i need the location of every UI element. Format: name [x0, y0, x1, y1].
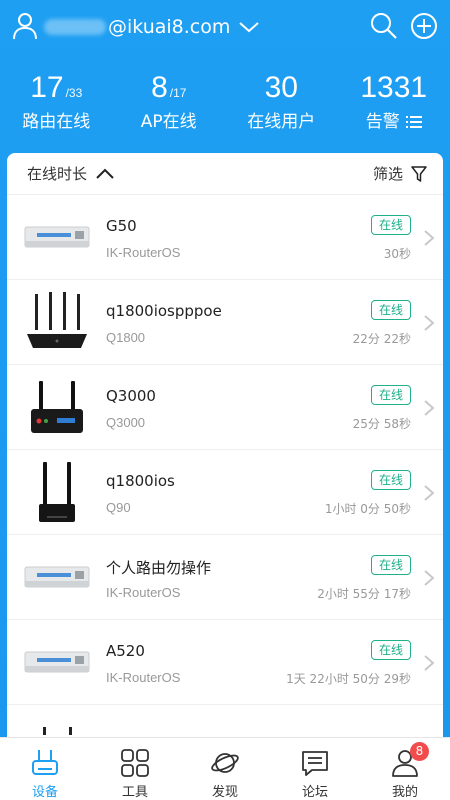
device-list: G50 IK-RouterOS 在线 30秒 q1800iospppoe Q18… — [7, 195, 443, 737]
stat-router-online[interactable]: 17/33 路由在线 — [0, 70, 113, 140]
online-duration: 25分 58秒 — [352, 417, 411, 431]
chevron-right-icon — [424, 230, 435, 246]
device-row[interactable]: 个人路由勿操作 IK-RouterOS 在线 2小时 55分 17秒 — [7, 535, 443, 620]
nav-label: 工具 — [121, 785, 148, 800]
chevron-right-icon — [424, 655, 435, 671]
header: @ikuai8.com — [0, 0, 450, 58]
planet-icon — [211, 753, 239, 773]
status-badge: 在线 — [370, 640, 411, 660]
device-row[interactable]: q1800ios Q90 在线 1小时 0分 50秒 — [7, 450, 443, 535]
nav-label: 论坛 — [301, 785, 328, 800]
device-row[interactable]: q1800iospppoe Q1800 在线 22分 22秒 — [7, 280, 443, 365]
device-model: Q1800 — [106, 330, 146, 345]
stat-total: /17 — [169, 86, 187, 100]
device-row-partial[interactable] — [7, 705, 443, 737]
add-icon[interactable] — [410, 12, 438, 40]
chevron-right-icon — [424, 400, 435, 416]
status-badge: 在线 — [370, 385, 411, 405]
status-badge: 在线 — [370, 215, 411, 235]
device-row[interactable]: Q3000 Q3000 在线 25分 58秒 — [7, 365, 443, 450]
stat-value: 17 — [30, 71, 64, 104]
nav-mine[interactable]: 8 我的 — [360, 738, 450, 800]
online-duration: 1小时 0分 50秒 — [324, 502, 411, 516]
chat-icon — [302, 751, 328, 776]
account-switcher[interactable]: @ikuai8.com — [44, 13, 260, 41]
stat-value: 30 — [264, 71, 298, 104]
router-box-icon — [24, 566, 90, 588]
device-model: IK-RouterOS — [106, 245, 181, 260]
device-name: q1800iospppoe — [106, 302, 222, 320]
chevron-right-icon — [424, 485, 435, 501]
device-name: A520 — [106, 642, 145, 660]
nav-devices[interactable]: 设备 — [0, 738, 90, 800]
device-model: IK-RouterOS — [106, 585, 181, 600]
stat-alerts[interactable]: 1331 告警 — [338, 70, 450, 140]
device-name: q1800ios — [106, 472, 175, 490]
sort-by-online-time[interactable]: 在线时长 — [27, 163, 115, 184]
status-badge: 在线 — [370, 300, 411, 320]
bottom-nav: 设备 工具 发现 论坛 8 我的 — [0, 737, 450, 800]
stat-online-users[interactable]: 30 在线用户 — [225, 70, 338, 140]
online-duration: 1天 22小时 50分 29秒 — [286, 672, 411, 686]
grid-icon — [121, 749, 149, 777]
device-name: Q3000 — [106, 387, 156, 405]
app-root: @ikuai8.com 17/33 路由在线 8/17 AP在线 30 在线用户 — [0, 0, 450, 800]
device-list-card: 在线时长 筛选 G50 IK-RouterOS 在线 30秒 q1800iosp… — [7, 153, 443, 737]
masked-account-name — [44, 19, 106, 35]
list-icon — [405, 116, 422, 128]
stat-label: 路由在线 — [22, 112, 91, 132]
chevron-right-icon — [424, 570, 435, 586]
nav-tools[interactable]: 工具 — [90, 738, 180, 800]
chevron-down-icon — [239, 22, 260, 33]
account-domain: @ikuai8.com — [108, 16, 231, 38]
router-antenna-partial-icon — [43, 727, 72, 735]
list-toolbar: 在线时长 筛选 — [7, 153, 443, 195]
router-antenna2-icon — [31, 381, 83, 433]
stat-ap-online[interactable]: 8/17 AP在线 — [113, 70, 226, 140]
nav-label: 我的 — [391, 785, 418, 800]
chevron-right-icon — [424, 315, 435, 331]
nav-discover[interactable]: 发现 — [180, 738, 270, 800]
router-icon — [32, 750, 58, 775]
user-icon[interactable] — [12, 12, 38, 40]
chevron-up-icon — [96, 168, 114, 179]
stat-label: AP在线 — [140, 112, 197, 132]
device-model: Q90 — [106, 500, 131, 515]
search-icon[interactable] — [370, 12, 398, 40]
online-duration: 22分 22秒 — [352, 332, 411, 346]
stat-label: 在线用户 — [247, 112, 316, 132]
stats-bar: 17/33 路由在线 8/17 AP在线 30 在线用户 1331 告警 — [0, 70, 450, 140]
online-duration: 2小时 55分 17秒 — [317, 587, 411, 601]
device-name: 个人路由勿操作 — [106, 559, 212, 577]
status-badge: 在线 — [370, 555, 411, 575]
filter-icon — [411, 165, 427, 182]
nav-forum[interactable]: 论坛 — [270, 738, 360, 800]
nav-label: 设备 — [31, 785, 58, 800]
device-row[interactable]: A520 IK-RouterOS 在线 1天 22小时 50分 29秒 — [7, 620, 443, 705]
stat-value: 8 — [151, 71, 168, 104]
sort-label: 在线时长 — [27, 165, 88, 183]
router-antenna4-icon — [27, 292, 87, 348]
stat-label: 告警 — [365, 112, 400, 132]
notification-badge: 8 — [410, 742, 429, 761]
stat-total: /33 — [65, 86, 83, 100]
stat-value: 1331 — [360, 71, 428, 104]
router-box-icon — [24, 651, 90, 673]
nav-label: 发现 — [211, 785, 238, 800]
device-model: IK-RouterOS — [106, 670, 181, 685]
device-model: Q3000 — [106, 415, 146, 430]
router-box-icon — [24, 226, 90, 248]
online-duration: 30秒 — [383, 247, 411, 261]
device-row[interactable]: G50 IK-RouterOS 在线 30秒 — [7, 195, 443, 280]
filter-label: 筛选 — [372, 165, 403, 183]
filter-button[interactable]: 筛选 — [373, 163, 427, 184]
router-tall-icon — [39, 462, 75, 522]
status-badge: 在线 — [370, 470, 411, 490]
device-name: G50 — [106, 217, 137, 235]
